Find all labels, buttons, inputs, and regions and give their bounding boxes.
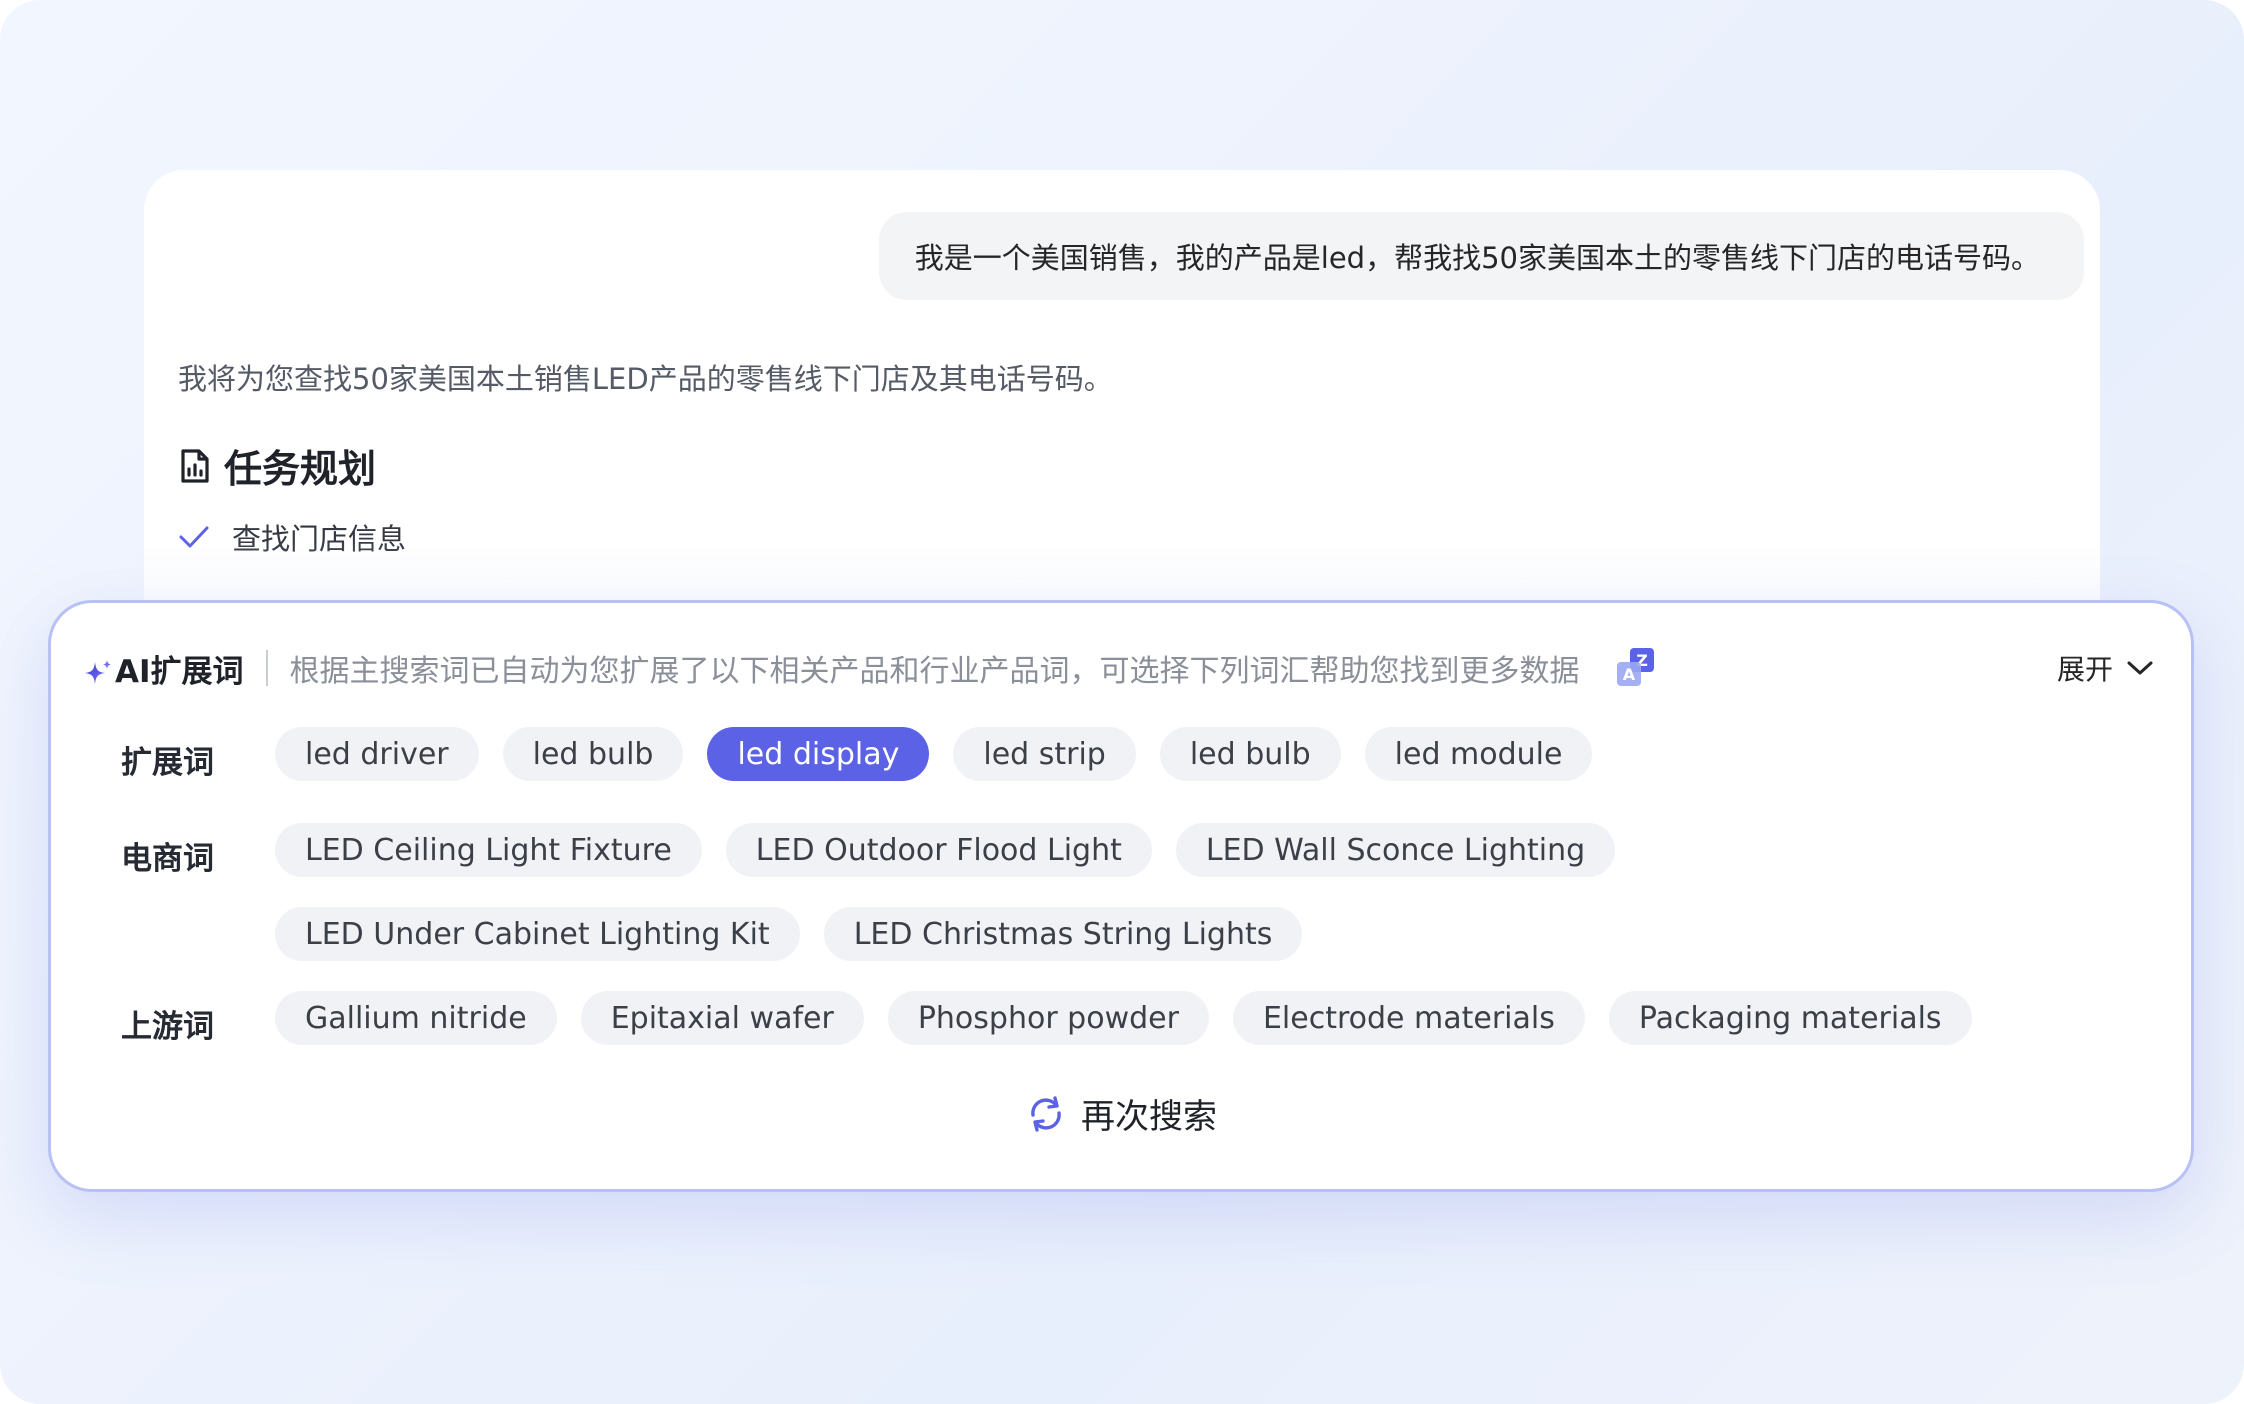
ai-label: AI扩展词 xyxy=(115,653,244,690)
row-label: 扩展词 xyxy=(121,745,214,781)
research-button[interactable]: 再次搜索 xyxy=(51,1089,2191,1138)
sparkle-icon xyxy=(85,660,111,684)
header-divider xyxy=(265,650,268,686)
user-message-bubble: 我是一个美国销售，我的产品是led，帮我找50家美国本土的零售线下门店的电话号码… xyxy=(878,212,2084,300)
expand-button[interactable]: 展开 xyxy=(2057,648,2155,688)
chip-group: led driver led bulb led display led stri… xyxy=(275,727,2101,781)
refresh-icon xyxy=(1031,1095,1061,1132)
row-label: 电商词 xyxy=(121,841,214,877)
translate-icon[interactable]: Z A xyxy=(1614,646,1658,690)
chip-group: Gallium nitride Epitaxial wafer Phosphor… xyxy=(275,991,2101,1045)
expand-label: 展开 xyxy=(2056,653,2113,686)
keyword-chip[interactable]: Packaging materials xyxy=(1608,991,1972,1045)
keyword-chip[interactable]: Electrode materials xyxy=(1232,991,1585,1045)
keyword-chip[interactable]: Gallium nitride xyxy=(275,991,557,1045)
keyword-chip[interactable]: led bulb xyxy=(502,727,684,781)
keyword-chip[interactable]: Phosphor powder xyxy=(887,991,1209,1045)
panel-description: 根据主搜索词已自动为您扩展了以下相关产品和行业产品词，可选择下列词汇帮助您找到更… xyxy=(289,654,1580,689)
ai-badge: AI扩展词 xyxy=(83,646,244,691)
keyword-chip[interactable]: led strip xyxy=(953,727,1136,781)
task-plan-header: 任务规划 xyxy=(178,438,376,493)
keyword-chip[interactable]: LED Christmas String Lights xyxy=(823,907,1303,961)
assistant-reply: 我将为您查找50家美国本土销售LED产品的零售线下门店及其电话号码。 xyxy=(178,362,1113,396)
row-label: 上游词 xyxy=(121,1009,214,1045)
document-chart-icon xyxy=(181,448,209,483)
keyword-chip-selected[interactable]: led display xyxy=(707,727,930,781)
page-background: 我是一个美国销售，我的产品是led，帮我找50家美国本土的零售线下门店的电话号码… xyxy=(0,0,2244,1404)
chip-group: LED Ceiling Light Fixture LED Outdoor Fl… xyxy=(275,823,2101,961)
keyword-chip[interactable]: led module xyxy=(1364,727,1593,781)
keyword-chip[interactable]: LED Outdoor Flood Light xyxy=(725,823,1152,877)
panel-header: AI扩展词 根据主搜索词已自动为您扩展了以下相关产品和行业产品词，可选择下列词汇… xyxy=(83,643,2155,693)
keyword-chip[interactable]: LED Under Cabinet Lighting Kit xyxy=(275,907,800,961)
task-plan-title: 任务规划 xyxy=(224,447,377,491)
research-label: 再次搜索 xyxy=(1081,1097,1217,1137)
keyword-chip[interactable]: led driver xyxy=(275,727,479,781)
keyword-chip[interactable]: LED Wall Sconce Lighting xyxy=(1175,823,1616,877)
ai-keyword-panel: AI扩展词 根据主搜索词已自动为您扩展了以下相关产品和行业产品词，可选择下列词汇… xyxy=(48,600,2194,1192)
chevron-down-icon xyxy=(2127,661,2153,675)
keyword-chip[interactable]: LED Ceiling Light Fixture xyxy=(275,823,702,877)
svg-text:A: A xyxy=(1622,665,1635,684)
keyword-chip[interactable]: led bulb xyxy=(1159,727,1341,781)
keyword-chip[interactable]: Epitaxial wafer xyxy=(580,991,864,1045)
